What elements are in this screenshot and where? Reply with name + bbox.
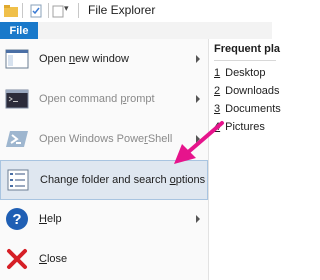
svg-text:?: ?	[12, 211, 21, 228]
submenu-arrow-icon	[196, 55, 200, 63]
window-title: File Explorer	[88, 3, 156, 17]
menu-item-open-new-window[interactable]: Open new window	[0, 40, 208, 80]
title-bar: ▾ File Explorer	[0, 0, 272, 22]
qat-customize-dropdown[interactable]: ▾	[64, 3, 69, 14]
folder-icon[interactable]	[3, 3, 19, 19]
powershell-icon	[6, 131, 28, 147]
menu-item-open-command-prompt[interactable]: Open command prompt	[0, 80, 208, 120]
properties-icon[interactable]	[28, 3, 44, 19]
menu-item-label: Close	[39, 253, 68, 265]
menu-item-label: Open Windows PowerShell	[39, 133, 173, 145]
close-icon	[7, 249, 27, 269]
qat-separator	[22, 3, 23, 18]
recent-item-downloads[interactable]: 2 Downloads	[214, 85, 284, 97]
frequent-places-header: Frequent pla	[214, 43, 281, 55]
recent-item-desktop[interactable]: 1 Desktop	[214, 67, 284, 79]
divider	[214, 60, 276, 61]
menu-item-help[interactable]: ? Help	[0, 200, 208, 240]
new-window-icon	[5, 49, 29, 69]
file-tab[interactable]: File	[0, 22, 38, 39]
menu-item-label: Change folder and search options	[40, 174, 206, 186]
submenu-arrow-icon	[196, 215, 200, 223]
menu-item-label: Help	[39, 213, 62, 225]
recent-item-documents[interactable]: 3 Documents	[214, 103, 284, 115]
command-prompt-icon	[5, 89, 29, 109]
qat-separator	[48, 3, 49, 18]
folder-options-icon	[7, 169, 29, 191]
ribbon-bar	[0, 22, 272, 40]
qat-separator	[78, 3, 79, 18]
menu-item-label: Open new window	[39, 53, 129, 65]
menu-item-close[interactable]: Close	[0, 240, 208, 280]
help-icon: ?	[6, 208, 28, 230]
menu-item-label: Open command prompt	[39, 93, 155, 105]
annotation-arrow-icon	[174, 121, 224, 164]
submenu-arrow-icon	[196, 95, 200, 103]
